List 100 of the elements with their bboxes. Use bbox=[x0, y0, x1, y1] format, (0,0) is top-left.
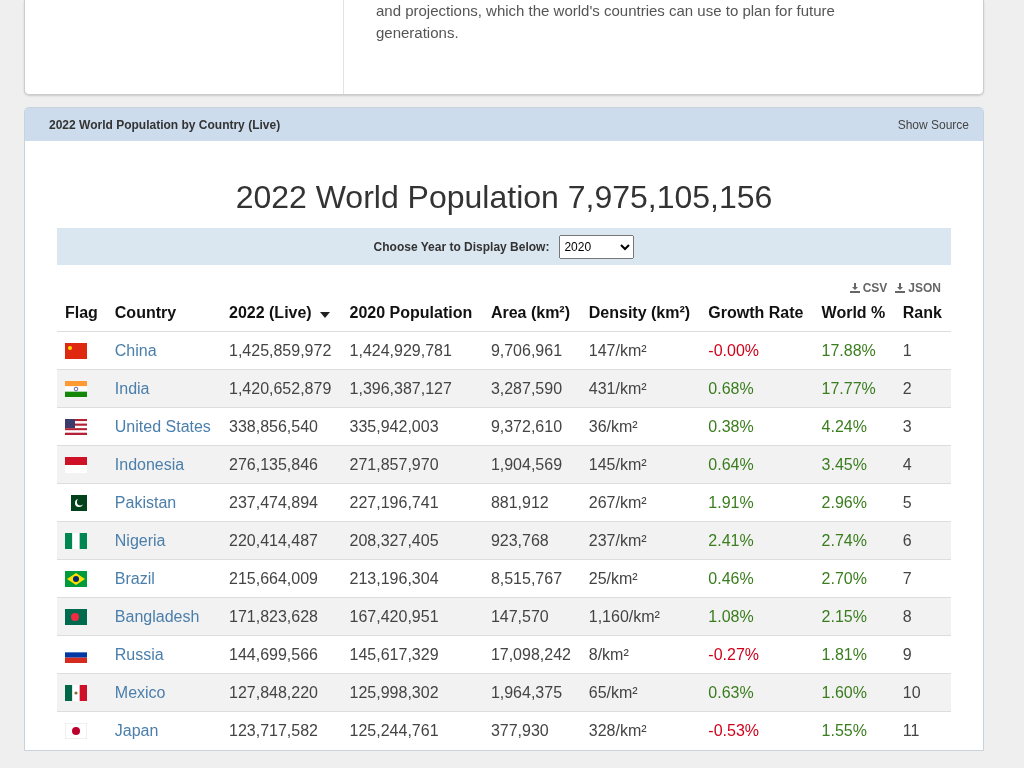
table-cell: 9,706,961 bbox=[482, 331, 581, 370]
table-cell: 0.46% bbox=[700, 559, 814, 598]
flag-icon bbox=[65, 722, 87, 739]
table-cell: 237/km² bbox=[580, 521, 701, 560]
table-cell: 215,664,009 bbox=[221, 559, 342, 598]
column-header[interactable]: Area (km²) bbox=[482, 295, 581, 332]
table-cell: 3 bbox=[894, 407, 951, 446]
table-cell: 271,857,970 bbox=[341, 445, 483, 484]
table-cell: 125,244,761 bbox=[341, 711, 483, 750]
country-link[interactable]: Mexico bbox=[114, 683, 166, 701]
table-cell: 2.41% bbox=[700, 521, 814, 560]
column-header[interactable]: Growth Rate bbox=[700, 295, 814, 332]
table-cell: 2 bbox=[894, 369, 951, 408]
table-cell: 328/km² bbox=[580, 711, 701, 750]
table-cell: -0.27% bbox=[700, 635, 814, 674]
download-icon bbox=[849, 283, 860, 293]
table-cell: 123,717,582 bbox=[221, 711, 342, 750]
table-cell: 0.68% bbox=[700, 369, 814, 408]
flag-icon bbox=[65, 418, 87, 435]
table-cell: 1,424,929,781 bbox=[341, 331, 483, 370]
table-cell: 1.91% bbox=[700, 483, 814, 522]
table-cell: 267/km² bbox=[580, 483, 701, 522]
table-cell: 127,848,220 bbox=[221, 673, 342, 712]
table-cell: 1,420,652,879 bbox=[221, 369, 342, 408]
year-select[interactable]: 2020 bbox=[559, 234, 635, 259]
table-cell: -0.00% bbox=[700, 331, 814, 370]
table-cell: 2.74% bbox=[813, 521, 895, 560]
country-link[interactable]: Russia bbox=[114, 645, 164, 663]
table-cell: 65/km² bbox=[580, 673, 701, 712]
table-cell: 1,904,569 bbox=[482, 445, 581, 484]
table-cell: 8/km² bbox=[580, 635, 701, 674]
column-header[interactable]: World % bbox=[813, 295, 895, 332]
table-cell: 147/km² bbox=[580, 331, 701, 370]
column-header[interactable]: Rank bbox=[894, 295, 951, 332]
table-cell: 17.77% bbox=[813, 369, 895, 408]
country-link[interactable]: United States bbox=[114, 417, 211, 435]
flag-icon bbox=[65, 532, 87, 549]
table-cell: 208,327,405 bbox=[341, 521, 483, 560]
table-cell: 1,160/km² bbox=[580, 597, 701, 636]
table-cell: 276,135,846 bbox=[221, 445, 342, 484]
table-cell: 8,515,767 bbox=[482, 559, 581, 598]
flag-icon bbox=[65, 494, 87, 511]
download-link[interactable]: JSON bbox=[895, 281, 941, 295]
column-header[interactable]: Flag bbox=[57, 295, 107, 332]
table-cell: 1,425,859,972 bbox=[221, 331, 342, 370]
flag-icon bbox=[65, 608, 87, 625]
panel-title: 2022 World Population by Country (Live) bbox=[49, 117, 281, 132]
table-cell: 1.55% bbox=[813, 711, 895, 750]
country-link[interactable]: India bbox=[114, 379, 150, 397]
table-cell: 881,912 bbox=[482, 483, 581, 522]
table-cell: 1.60% bbox=[813, 673, 895, 712]
table-cell: 6 bbox=[894, 521, 951, 560]
table-cell: 923,768 bbox=[482, 521, 581, 560]
table-cell: 171,823,628 bbox=[221, 597, 342, 636]
column-header[interactable]: 2020 Population bbox=[341, 295, 483, 332]
flag-icon bbox=[65, 342, 87, 359]
table-cell: 213,196,304 bbox=[341, 559, 483, 598]
table-cell: 227,196,741 bbox=[341, 483, 483, 522]
table-cell: 4.24% bbox=[813, 407, 895, 446]
country-link[interactable]: Bangladesh bbox=[114, 607, 200, 625]
flag-icon bbox=[65, 570, 87, 587]
headline: 2022 World Population 7,975,105,156 bbox=[234, 179, 774, 216]
country-link[interactable]: Brazil bbox=[114, 569, 155, 587]
table-cell: 237,474,894 bbox=[221, 483, 342, 522]
table-cell: 145/km² bbox=[580, 445, 701, 484]
country-link[interactable]: Pakistan bbox=[114, 493, 177, 511]
table-cell: 17.88% bbox=[813, 331, 895, 370]
table-cell: -0.53% bbox=[700, 711, 814, 750]
intro-text: generations. bbox=[375, 23, 460, 43]
country-link[interactable]: Japan bbox=[114, 721, 159, 739]
table-cell: 2.70% bbox=[813, 559, 895, 598]
country-link[interactable]: China bbox=[114, 341, 157, 359]
table-cell: 36/km² bbox=[580, 407, 701, 446]
table-cell: 220,414,487 bbox=[221, 521, 342, 560]
table-cell: 0.38% bbox=[700, 407, 814, 446]
table-cell: 9,372,610 bbox=[482, 407, 581, 446]
table-cell: 2.96% bbox=[813, 483, 895, 522]
table-cell: 377,930 bbox=[482, 711, 581, 750]
table-cell: 338,856,540 bbox=[221, 407, 342, 446]
table-cell: 144,699,566 bbox=[221, 635, 342, 674]
column-header[interactable]: 2022 (Live) bbox=[221, 295, 342, 332]
table-cell: 3.45% bbox=[813, 445, 895, 484]
table-cell: 3,287,590 bbox=[482, 369, 581, 408]
table-cell: 1,396,387,127 bbox=[341, 369, 483, 408]
table-cell: 1.08% bbox=[700, 597, 814, 636]
download-link[interactable]: CSV bbox=[849, 281, 888, 295]
table-cell: 1 bbox=[894, 331, 951, 370]
column-header[interactable]: Country bbox=[106, 295, 221, 332]
show-source-link[interactable]: Show Source bbox=[897, 117, 969, 132]
column-header[interactable]: Density (km²) bbox=[580, 295, 701, 332]
table-cell: 431/km² bbox=[580, 369, 701, 408]
country-link[interactable]: Indonesia bbox=[114, 455, 185, 473]
table-cell: 7 bbox=[894, 559, 951, 598]
country-link[interactable]: Nigeria bbox=[114, 531, 166, 549]
table-cell: 5 bbox=[894, 483, 951, 522]
download-icon bbox=[895, 283, 906, 293]
table-cell: 335,942,003 bbox=[341, 407, 483, 446]
table-cell: 125,998,302 bbox=[341, 673, 483, 712]
flag-icon bbox=[65, 456, 87, 473]
table-cell: 9 bbox=[894, 635, 951, 674]
